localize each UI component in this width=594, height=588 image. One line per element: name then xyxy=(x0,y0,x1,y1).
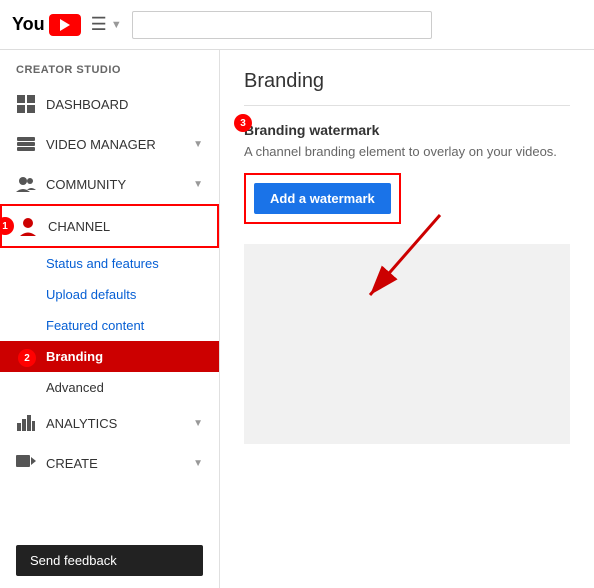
chevron-down-icon: ▼ xyxy=(193,139,203,150)
yt-you-text: You xyxy=(12,14,45,35)
sidebar-item-label: ANALYTICS xyxy=(46,416,117,431)
header: You ☰ ▼ xyxy=(0,0,594,50)
branding-section: 3 Branding watermark A channel branding … xyxy=(244,122,557,234)
sidebar-title: CREATOR STUDIO xyxy=(0,50,219,84)
sidebar-item-dashboard[interactable]: DASHBOARD xyxy=(0,84,219,124)
sidebar-item-video-manager[interactable]: VIDEO MANAGER ▼ xyxy=(0,124,219,164)
section-description: A channel branding element to overlay on… xyxy=(244,144,557,159)
sidebar-item-channel[interactable]: 1 CHANNEL xyxy=(0,204,219,248)
sidebar-item-community[interactable]: COMMUNITY ▼ xyxy=(0,164,219,204)
sidebar: CREATOR STUDIO DASHBOARD VIDEO MANAGER xyxy=(0,50,220,588)
channel-icon xyxy=(18,216,38,236)
video-manager-icon xyxy=(16,134,36,154)
dashboard-icon xyxy=(16,94,36,114)
chevron-down-icon: ▼ xyxy=(193,418,203,429)
sidebar-subitem-featured[interactable]: Featured content xyxy=(0,310,219,341)
channel-badge: 1 xyxy=(0,217,14,235)
chevron-down-icon: ▼ xyxy=(193,179,203,190)
add-watermark-button[interactable]: Add a watermark xyxy=(254,183,391,214)
sidebar-item-label: CREATE xyxy=(46,456,98,471)
channel-subitems: Status and features Upload defaults Feat… xyxy=(0,248,219,403)
sidebar-item-analytics[interactable]: ANALYTICS ▼ xyxy=(0,403,219,443)
main-layout: CREATOR STUDIO DASHBOARD VIDEO MANAGER xyxy=(0,50,594,588)
sidebar-item-label: CHANNEL xyxy=(48,219,110,234)
sidebar-item-label: VIDEO MANAGER xyxy=(46,137,156,152)
section-title: Branding watermark xyxy=(244,122,557,138)
youtube-logo[interactable]: You xyxy=(12,14,81,36)
content-grey-area xyxy=(244,244,570,444)
sidebar-subitem-branding[interactable]: 2 Branding xyxy=(0,341,219,372)
page-title: Branding xyxy=(244,70,570,106)
sidebar-subitem-advanced[interactable]: Advanced xyxy=(0,372,219,403)
sidebar-item-label: DASHBOARD xyxy=(46,97,128,112)
yt-tube-icon xyxy=(49,14,81,36)
section-badge: 3 xyxy=(234,114,252,132)
branding-badge: 2 xyxy=(18,349,36,367)
sidebar-bottom: Send feedback xyxy=(0,533,219,588)
analytics-icon xyxy=(16,413,36,433)
search-input[interactable] xyxy=(132,11,432,39)
send-feedback-button[interactable]: Send feedback xyxy=(16,545,203,576)
content-area: Branding 3 Branding watermark A channel … xyxy=(220,50,594,588)
sidebar-item-create[interactable]: CREATE ▼ xyxy=(0,443,219,483)
community-icon xyxy=(16,174,36,194)
sidebar-item-label: COMMUNITY xyxy=(46,177,126,192)
chevron-down-icon: ▼ xyxy=(193,458,203,469)
create-icon xyxy=(16,453,36,473)
hamburger-menu[interactable]: ☰ ▼ xyxy=(91,14,122,35)
watermark-box: Add a watermark xyxy=(244,173,401,224)
sidebar-subitem-upload[interactable]: Upload defaults xyxy=(0,279,219,310)
sidebar-subitem-status[interactable]: Status and features xyxy=(0,248,219,279)
